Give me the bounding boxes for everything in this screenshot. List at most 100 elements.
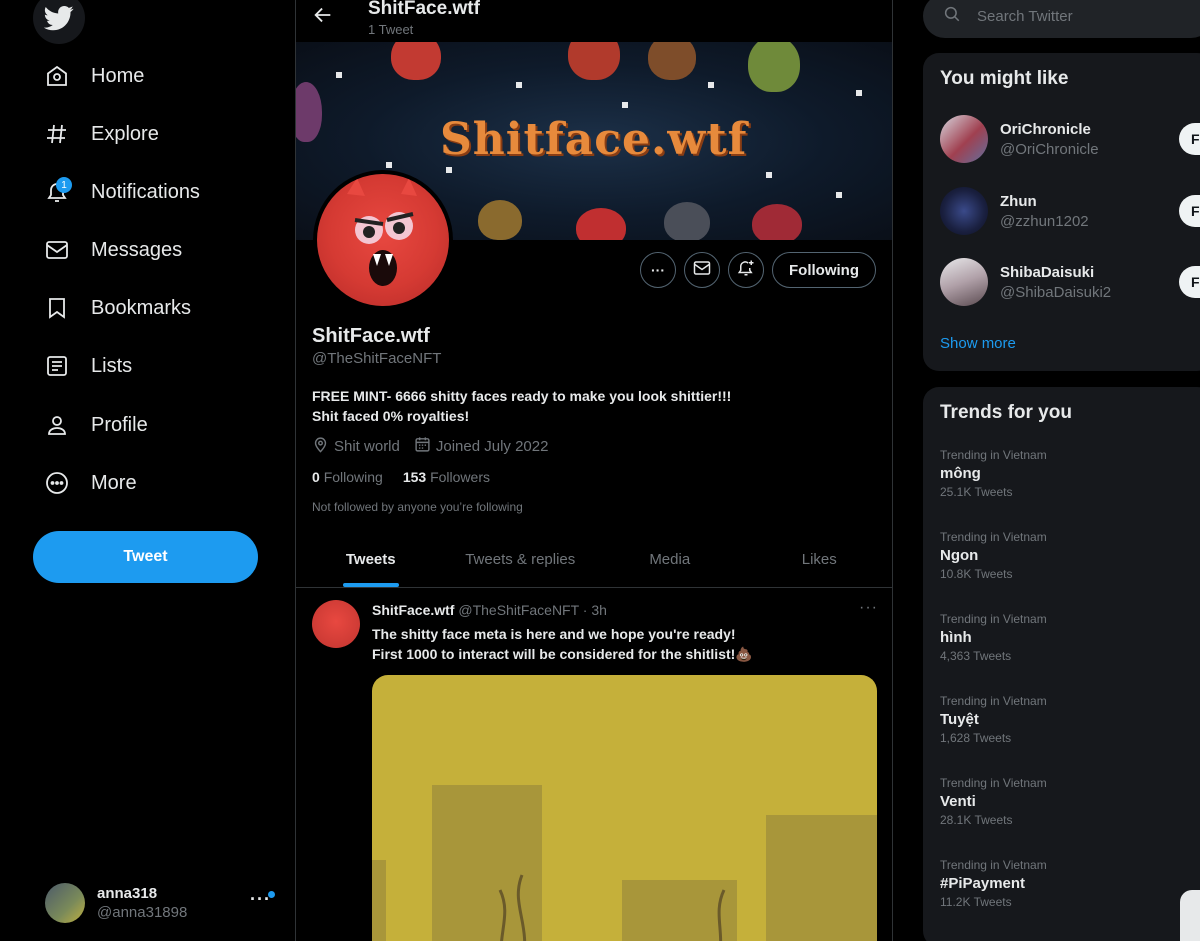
location: Shit world (312, 436, 400, 457)
bio-line: FREE MINT- 6666 shitty faces ready to ma… (312, 388, 732, 404)
tab-likes[interactable]: Likes (745, 532, 893, 587)
hash-icon (33, 119, 83, 149)
page-title: ShitFace.wtf (368, 0, 480, 19)
back-arrow-icon[interactable] (312, 4, 334, 26)
sidebar-item-label: Messages (91, 238, 183, 261)
not-followed-note: Not followed by anyone you’re following (312, 500, 523, 514)
trend-item[interactable]: Trending in Vietnam hình 4,363 Tweets (940, 612, 1047, 663)
trend-context: Trending in Vietnam (940, 694, 1047, 708)
more-horizontal-icon[interactable]: ··· (859, 599, 878, 617)
sidebar-item-explore[interactable]: Explore (33, 109, 159, 159)
join-date: Joined July 2022 (414, 436, 549, 457)
suggested-user[interactable]: OriChronicle @OriChronicle (940, 115, 1099, 163)
suggested-user-handle: @zzhun1202 (1000, 212, 1089, 230)
tweet-media[interactable] (372, 675, 877, 941)
suggested-user[interactable]: ShibaDaisuki @ShibaDaisuki2 (940, 258, 1111, 306)
avatar[interactable] (312, 600, 360, 648)
trend-count: 10.8K Tweets (940, 567, 1013, 581)
following-link[interactable]: 0 Following (312, 469, 383, 485)
trend-topic: Tuyệt (940, 711, 979, 728)
show-more-link[interactable]: Show more (940, 335, 1016, 352)
avatar (940, 115, 988, 163)
notify-button[interactable] (728, 252, 765, 288)
mail-icon (693, 259, 711, 282)
card-title: You might like (940, 68, 1069, 89)
trend-context: Trending in Vietnam (940, 612, 1047, 626)
profile-avatar[interactable] (313, 170, 453, 310)
trend-count: 11.2K Tweets (940, 895, 1012, 909)
account-switcher[interactable]: anna318 @anna31898 ··· (33, 877, 283, 929)
sidebar-item-bookmarks[interactable]: Bookmarks (33, 283, 191, 333)
trend-item[interactable]: Trending in Vietnam Venti 28.1K Tweets (940, 776, 1047, 827)
banner-title: Shitface.wtf (440, 114, 748, 165)
trend-topic: mông (940, 465, 981, 482)
following-label: Following (323, 469, 383, 485)
list-icon (33, 351, 83, 381)
search-bar[interactable] (923, 0, 1200, 38)
sidebar-item-messages[interactable]: Messages (33, 225, 182, 275)
tab-tweets[interactable]: Tweets (296, 532, 446, 587)
following-button[interactable]: Following (772, 252, 876, 288)
bell-plus-icon (737, 259, 755, 282)
tweet-text: The shitty face meta is here and we hope… (372, 624, 753, 664)
trend-item[interactable]: Trending in Vietnam Tuyệt 1,628 Tweets (940, 694, 1047, 745)
tab-tweets-replies[interactable]: Tweets & replies (446, 532, 596, 587)
message-button[interactable] (684, 252, 721, 288)
suggested-user[interactable]: Zhun @zzhun1202 (940, 187, 1089, 235)
followers-label: Followers (430, 469, 490, 485)
trend-context: Trending in Vietnam (940, 448, 1047, 462)
bookmark-icon (33, 293, 83, 323)
sidebar-item-home[interactable]: Home (33, 51, 144, 101)
followers-count: 153 (402, 469, 427, 485)
follow-button[interactable]: F (1179, 123, 1200, 155)
trend-count: 4,363 Tweets (940, 649, 1012, 663)
search-input[interactable] (977, 7, 1177, 25)
trend-item[interactable]: Trending in Vietnam Ngon 10.8K Tweets (940, 530, 1047, 581)
sidebar-item-label: Home (91, 64, 145, 87)
trend-item[interactable]: Trending in Vietnam mông 25.1K Tweets (940, 448, 1047, 499)
tweet-line: First 1000 to interact will be considere… (372, 646, 753, 662)
sidebar-item-profile[interactable]: Profile (33, 400, 148, 450)
trend-context: Trending in Vietnam (940, 858, 1047, 872)
follow-button[interactable]: F (1179, 195, 1200, 227)
trend-count: 25.1K Tweets (940, 485, 1013, 499)
sidebar-item-label: Explore (91, 122, 159, 145)
tweet-count: 1 Tweet (368, 22, 414, 37)
trend-topic: Venti (940, 793, 976, 810)
tab-media[interactable]: Media (595, 532, 745, 587)
more-options-button[interactable]: ··· (640, 252, 677, 288)
trend-count: 1,628 Tweets (940, 731, 1012, 745)
trend-context: Trending in Vietnam (940, 530, 1047, 544)
location-text: Shit world (334, 438, 400, 455)
tweet[interactable]: ShitFace.wtf @TheShitFaceNFT · 3h ··· Th… (296, 589, 892, 941)
trend-item[interactable]: Trending in Vietnam #PiPayment 11.2K Twe… (940, 858, 1047, 909)
messages-drawer-edge[interactable] (1180, 890, 1200, 941)
trend-topic: Ngon (940, 547, 979, 564)
follow-button[interactable]: F (1179, 266, 1200, 298)
profile-bio: FREE MINT- 6666 shitty faces ready to ma… (312, 386, 731, 426)
twitter-logo-icon[interactable] (33, 0, 85, 44)
tweet-button[interactable]: Tweet (33, 531, 258, 583)
sidebar-item-more[interactable]: More (33, 458, 137, 508)
account-name: anna318 (97, 885, 158, 902)
tweet-line: The shitty face meta is here and we hope… (372, 626, 736, 642)
profile-tabs: Tweets Tweets & replies Media Likes (296, 532, 893, 588)
tweet-author-name[interactable]: ShitFace.wtf (372, 602, 454, 618)
suggested-user-name: OriChronicle (1000, 120, 1091, 138)
followers-link[interactable]: 153 Followers (403, 469, 490, 485)
sidebar-item-label: More (91, 471, 137, 494)
unread-dot (268, 891, 275, 898)
sidebar-item-lists[interactable]: Lists (33, 341, 132, 391)
avatar (940, 258, 988, 306)
location-pin-icon (312, 436, 329, 457)
bell-icon: 1 (33, 177, 83, 207)
sidebar-item-label: Bookmarks (91, 296, 192, 319)
sidebar-item-notifications[interactable]: 1 Notifications (33, 167, 200, 217)
join-date-text: Joined July 2022 (435, 438, 549, 455)
bio-line: Shit faced 0% royalties! (312, 408, 470, 424)
profile-name: ShitFace.wtf (312, 325, 430, 347)
mail-icon (33, 235, 83, 265)
who-to-follow-card: You might like OriChronicle @OriChronicl… (923, 53, 1200, 371)
sidebar-item-label: Notifications (91, 180, 200, 203)
right-sidebar: You might like OriChronicle @OriChronicl… (923, 0, 1200, 941)
